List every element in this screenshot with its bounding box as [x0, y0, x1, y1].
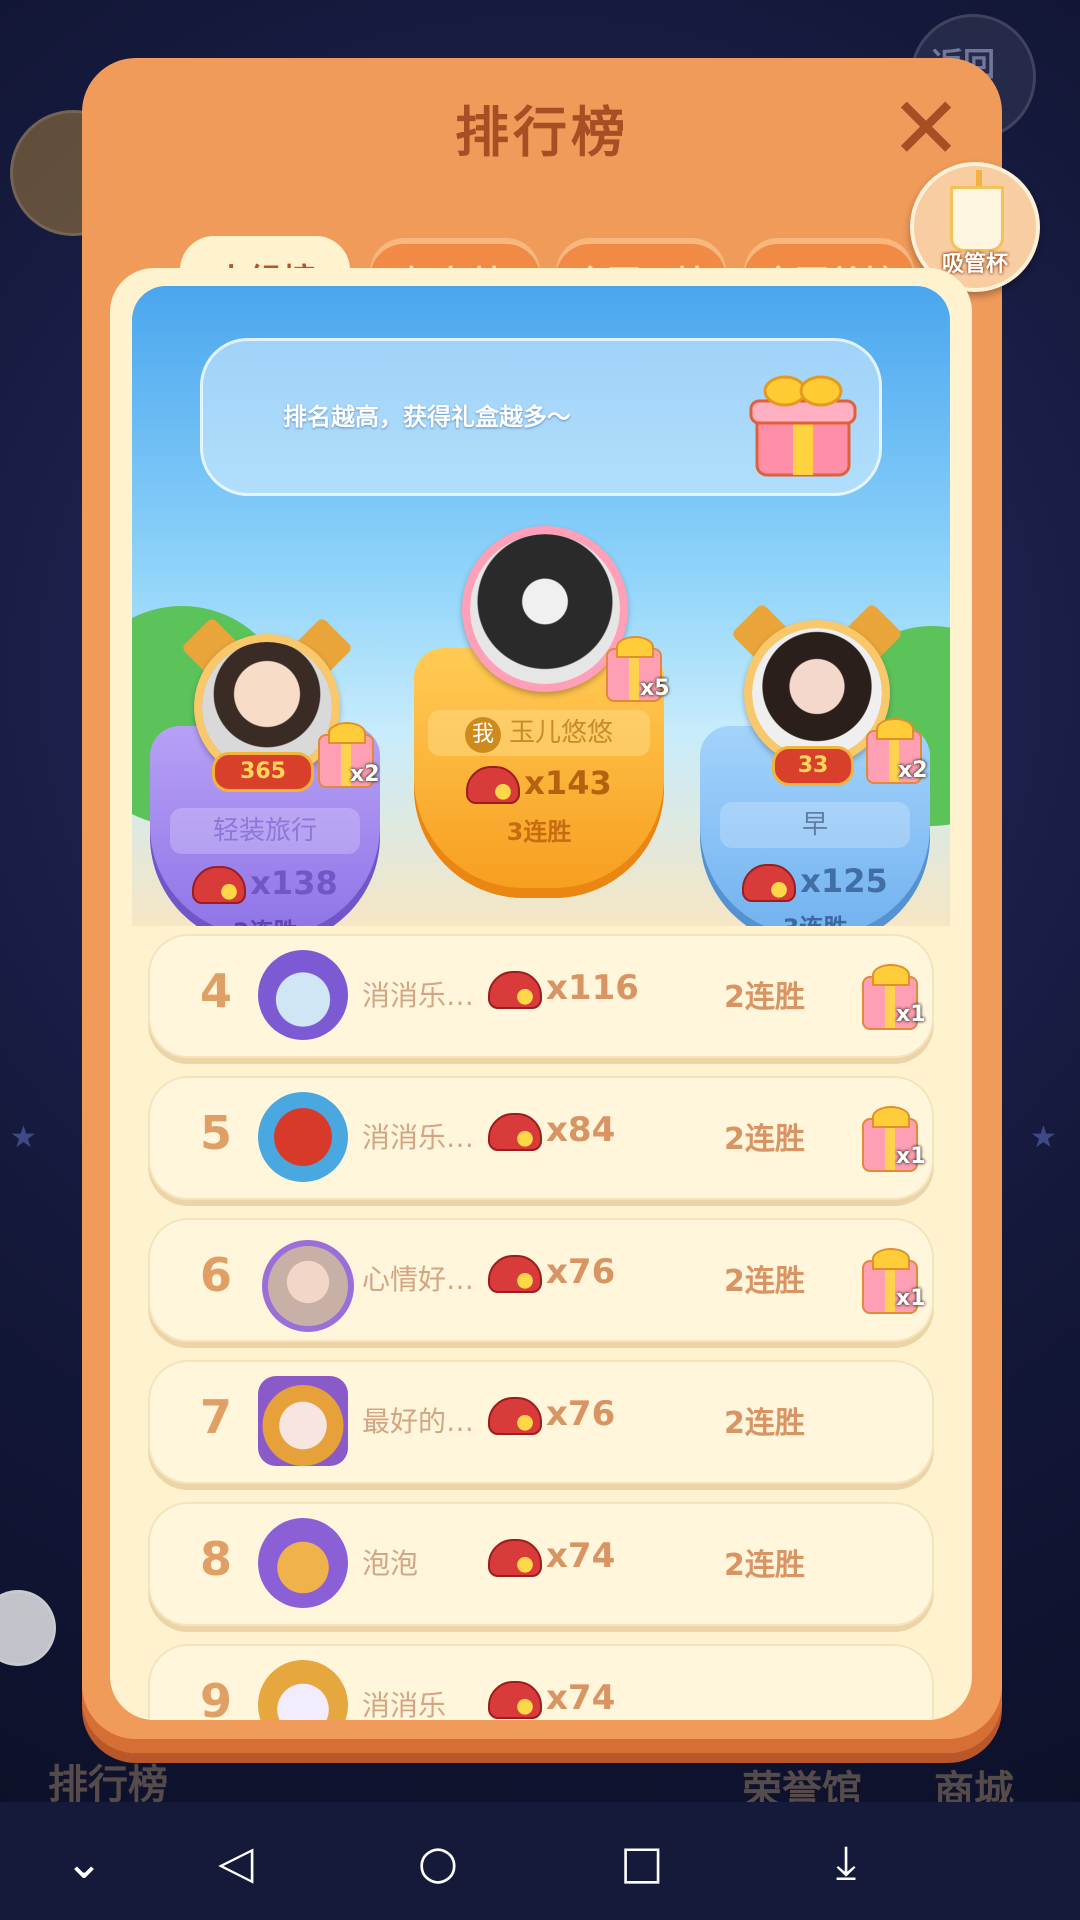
- ranking-row[interactable]: 6 心情好… x76 2连胜 x1: [148, 1218, 934, 1342]
- score: x76: [488, 1394, 615, 1435]
- recents-square-icon[interactable]: □: [612, 1832, 672, 1892]
- avatar: [462, 526, 628, 692]
- rank-number: 5: [199, 1106, 232, 1160]
- gift-multiplier: x2: [898, 758, 928, 783]
- star-icon: ★: [1030, 1120, 1057, 1155]
- player-name: 消消乐…: [362, 1121, 475, 1154]
- camera-button[interactable]: [0, 1590, 56, 1666]
- rank-number: 8: [199, 1532, 232, 1586]
- gift-multiplier: x5: [640, 676, 670, 701]
- podium-banner: 排名越高，获得礼盒越多～ 365 x2 轻装旅行 x138 x5 我 玉儿悠悠 …: [132, 286, 950, 926]
- rank-number: 9: [199, 1674, 232, 1720]
- score-value: x76: [546, 1394, 616, 1434]
- score: x125: [700, 862, 930, 902]
- score: x116: [488, 968, 639, 1009]
- player-name: 泡泡: [362, 1547, 419, 1580]
- hat-icon: [488, 1112, 542, 1151]
- hat-icon: [466, 766, 521, 804]
- avatar: [258, 950, 348, 1040]
- gift-multiplier: x2: [350, 762, 380, 787]
- player-name-text: 玉儿悠悠: [508, 718, 613, 748]
- score: x138: [150, 864, 380, 904]
- score-value: x76: [546, 1252, 616, 1292]
- avatar: [258, 1092, 348, 1182]
- score-value: x74: [546, 1678, 616, 1718]
- ranking-row[interactable]: 9 消消乐 x74: [148, 1644, 934, 1720]
- chevron-down-icon[interactable]: ⌄: [54, 1832, 114, 1892]
- score-value: x138: [250, 864, 338, 902]
- hat-icon: [488, 1538, 542, 1577]
- modal-title: 排行榜: [455, 101, 629, 164]
- podium-third[interactable]: 33 x2 早 x125 3连胜: [700, 602, 930, 926]
- system-nav-bar: ⌄ ◁ ○ □ ⤓: [0, 1802, 1080, 1920]
- win-streak: 2连胜: [724, 980, 805, 1015]
- star-icon: ★: [10, 1120, 37, 1155]
- win-streak: 2连胜: [724, 1548, 805, 1583]
- avatar-photo: [752, 628, 882, 758]
- ranking-row[interactable]: 5 消消乐… x84 2连胜 x1: [148, 1076, 934, 1200]
- ranking-row[interactable]: 8 泡泡 x74 2连胜: [148, 1502, 934, 1626]
- player-name: 消消乐: [362, 1689, 447, 1720]
- gift-multiplier: x1: [896, 1002, 926, 1027]
- leaderboard-panel: 排名越高，获得礼盒越多～ 365 x2 轻装旅行 x138 x5 我 玉儿悠悠 …: [110, 268, 972, 1720]
- score-value: x125: [800, 862, 888, 900]
- score: x74: [488, 1678, 615, 1719]
- avatar-photo: [470, 534, 620, 684]
- hat-icon: [488, 1396, 542, 1435]
- player-name: 我玉儿悠悠: [428, 710, 650, 756]
- score-value: x74: [546, 1536, 616, 1576]
- me-tag: 我: [464, 717, 501, 753]
- podium-first[interactable]: x5 我玉儿悠悠 x143 3连胜: [414, 506, 670, 926]
- win-streak: 2连胜: [724, 1122, 805, 1157]
- hat-icon: [488, 970, 542, 1009]
- info-text: 排名越高，获得礼盒越多～: [283, 403, 571, 431]
- player-name: 早: [720, 802, 910, 848]
- level-badge: 365: [212, 752, 314, 792]
- pull-down-icon[interactable]: ⤓: [816, 1832, 876, 1892]
- win-streak: 2连胜: [724, 1406, 805, 1441]
- rank-number: 7: [199, 1390, 232, 1444]
- win-streak: 2连胜: [724, 1264, 805, 1299]
- gift-multiplier: x1: [896, 1286, 926, 1311]
- hat-icon: [488, 1680, 542, 1719]
- player-name: 心情好…: [362, 1263, 475, 1296]
- score: x143: [414, 764, 664, 804]
- score-value: x84: [546, 1110, 616, 1150]
- gift-box-icon: [749, 375, 857, 477]
- avatar: [258, 1518, 348, 1608]
- gift-multiplier: x1: [896, 1144, 926, 1169]
- avatar: [258, 1376, 348, 1466]
- hat-icon: [488, 1254, 542, 1293]
- win-streak: 3连胜: [506, 818, 572, 846]
- player-name: 消消乐…: [362, 979, 475, 1012]
- level-badge: 33: [772, 746, 854, 786]
- score: x76: [488, 1252, 615, 1293]
- ranking-row[interactable]: 7 最好的… x76 2连胜: [148, 1360, 934, 1484]
- player-name: 最好的…: [362, 1405, 475, 1438]
- close-icon[interactable]: ✕: [890, 86, 962, 172]
- back-triangle-icon[interactable]: ◁: [206, 1832, 266, 1892]
- player-name: 轻装旅行: [170, 808, 360, 854]
- score-value: x143: [524, 764, 612, 802]
- hat-icon: [742, 864, 797, 902]
- hat-icon: [192, 866, 247, 904]
- podium-second[interactable]: 365 x2 轻装旅行 x138 3连胜: [150, 616, 380, 926]
- rank-number: 6: [199, 1248, 232, 1302]
- score: x84: [488, 1110, 615, 1151]
- rank-number: 4: [199, 964, 232, 1018]
- info-bubble: 排名越高，获得礼盒越多～: [200, 338, 882, 496]
- home-circle-icon[interactable]: ○: [408, 1832, 468, 1892]
- avatar: [262, 1240, 354, 1332]
- leaderboard-modal: 排行榜 ✕ 小组榜 好友榜 全国日榜 全国总榜 吸管杯 排名越高，获得礼盒越多～: [82, 58, 1040, 1753]
- cup-icon: [950, 186, 1004, 252]
- score-value: x116: [546, 968, 639, 1008]
- score: x74: [488, 1536, 615, 1577]
- avatar: [258, 1660, 348, 1720]
- win-streak: 3连胜: [150, 912, 380, 926]
- ranking-row[interactable]: 4 消消乐… x116 2连胜 x1: [148, 934, 934, 1058]
- win-streak: 3连胜: [700, 908, 930, 926]
